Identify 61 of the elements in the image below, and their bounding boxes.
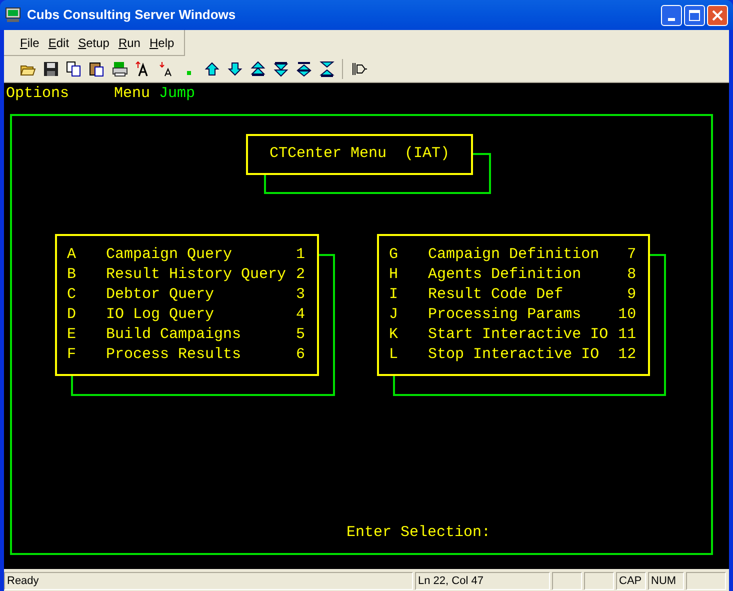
menu-key: K <box>389 325 418 345</box>
menu-title: CTCenter Menu (IAT) <box>269 144 450 164</box>
menu-option: Start Interactive IO <box>428 325 608 345</box>
status-pane <box>552 572 582 590</box>
option-number: 11 <box>618 325 636 345</box>
terminal-menu-word[interactable]: Jump <box>159 83 196 106</box>
menu-key: G <box>389 245 418 265</box>
maximize-icon <box>689 10 700 20</box>
menu-key: L <box>389 345 418 365</box>
option-number: 10 <box>618 305 636 325</box>
minimize-button[interactable] <box>661 4 682 26</box>
option-number: 12 <box>618 345 636 365</box>
option-number: 3 <box>296 285 306 305</box>
menu-option: Build Campaigns <box>106 325 286 345</box>
option-number: 7 <box>626 245 636 265</box>
menu-option: Result Code Def <box>428 285 608 305</box>
option-number: 6 <box>296 345 306 365</box>
menu-key: B <box>67 265 96 285</box>
maximize-button[interactable] <box>684 4 705 26</box>
status-pane <box>584 572 614 590</box>
close-button[interactable] <box>707 4 728 26</box>
option-number: 2 <box>296 265 306 285</box>
menu-item[interactable]: Run <box>114 34 144 52</box>
computer-icon <box>5 7 21 23</box>
menu-option: Agents Definition <box>428 265 608 285</box>
status-pane <box>686 572 726 590</box>
window-title: Cubs Consulting Server Windows <box>27 6 236 24</box>
menu-key: F <box>67 345 96 365</box>
menu-option: Campaign Definition <box>428 245 608 265</box>
option-number: 5 <box>296 325 306 345</box>
option-number: 8 <box>626 265 636 285</box>
menu-key: D <box>67 305 96 325</box>
minimize-icon <box>668 18 675 20</box>
status-pane: NUM <box>648 572 684 590</box>
option-number: 1 <box>296 245 306 265</box>
terminal-menu-word[interactable]: Options <box>6 83 70 106</box>
option-number: 4 <box>296 305 306 325</box>
terminal-menu-word[interactable]: Menu <box>114 83 150 106</box>
menu-key: I <box>389 285 418 305</box>
menu-item[interactable]: File <box>16 34 44 52</box>
menu-item[interactable]: Help <box>145 34 178 52</box>
option-number: 9 <box>626 285 636 305</box>
status-pane: Ln 22, Col 47 <box>415 572 550 590</box>
menu-option: Result History Query <box>106 265 286 285</box>
selection-prompt: Enter Selection: <box>346 522 491 542</box>
menu-option: Debtor Query <box>106 285 286 305</box>
menu-key: E <box>67 325 96 345</box>
status-pane: CAP <box>616 572 646 590</box>
menu-option: Process Results <box>106 345 286 365</box>
menu-item[interactable]: Setup <box>74 34 114 52</box>
status-pane: Ready <box>4 572 413 590</box>
menu-option: Stop Interactive IO <box>428 345 608 365</box>
menu-key: A <box>67 245 96 265</box>
menu-option: Campaign Query <box>106 245 286 265</box>
menu-option: Processing Params <box>428 305 608 325</box>
menu-key: H <box>389 265 418 285</box>
menu-item[interactable]: Edit <box>44 34 74 52</box>
close-icon <box>712 10 723 20</box>
menu-key: C <box>67 285 96 305</box>
menu-option: IO Log Query <box>106 305 286 325</box>
menu-key: J <box>389 305 418 325</box>
